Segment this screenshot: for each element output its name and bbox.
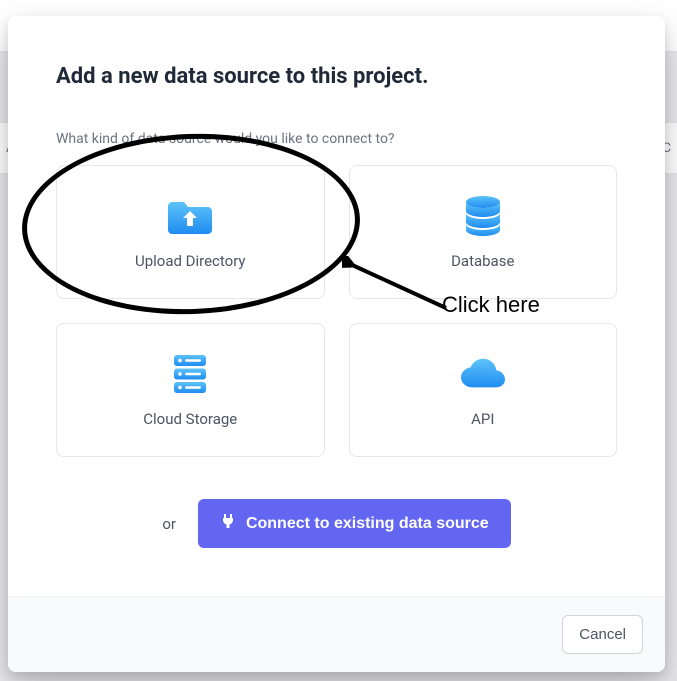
cloud-icon <box>461 352 505 396</box>
modal-subtitle: What kind of data source would you like … <box>56 131 617 147</box>
connect-existing-button[interactable]: Connect to existing data source <box>198 499 511 548</box>
or-text: or <box>162 515 176 533</box>
card-label: Database <box>451 252 514 270</box>
card-database[interactable]: Database <box>349 165 618 299</box>
modal-title: Add a new data source to this project. <box>56 64 617 89</box>
connect-button-label: Connect to existing data source <box>246 515 489 533</box>
server-icon <box>168 352 212 396</box>
card-cloud-storage[interactable]: Cloud Storage <box>56 323 325 457</box>
card-label: API <box>471 410 494 428</box>
card-api[interactable]: API <box>349 323 618 457</box>
card-upload-directory[interactable]: Upload Directory <box>56 165 325 299</box>
plug-icon <box>220 513 236 534</box>
card-label: Cloud Storage <box>143 410 237 428</box>
add-data-source-modal: Add a new data source to this project. W… <box>8 16 665 672</box>
modal-footer: Cancel <box>8 596 665 672</box>
database-icon <box>461 194 505 238</box>
modal-body: Add a new data source to this project. W… <box>8 16 665 596</box>
card-label: Upload Directory <box>135 252 246 270</box>
connect-row: or Connect to existing data source <box>56 499 617 548</box>
cancel-button[interactable]: Cancel <box>562 615 643 654</box>
folder-upload-icon <box>168 194 212 238</box>
card-grid: Upload Directory <box>56 165 617 457</box>
